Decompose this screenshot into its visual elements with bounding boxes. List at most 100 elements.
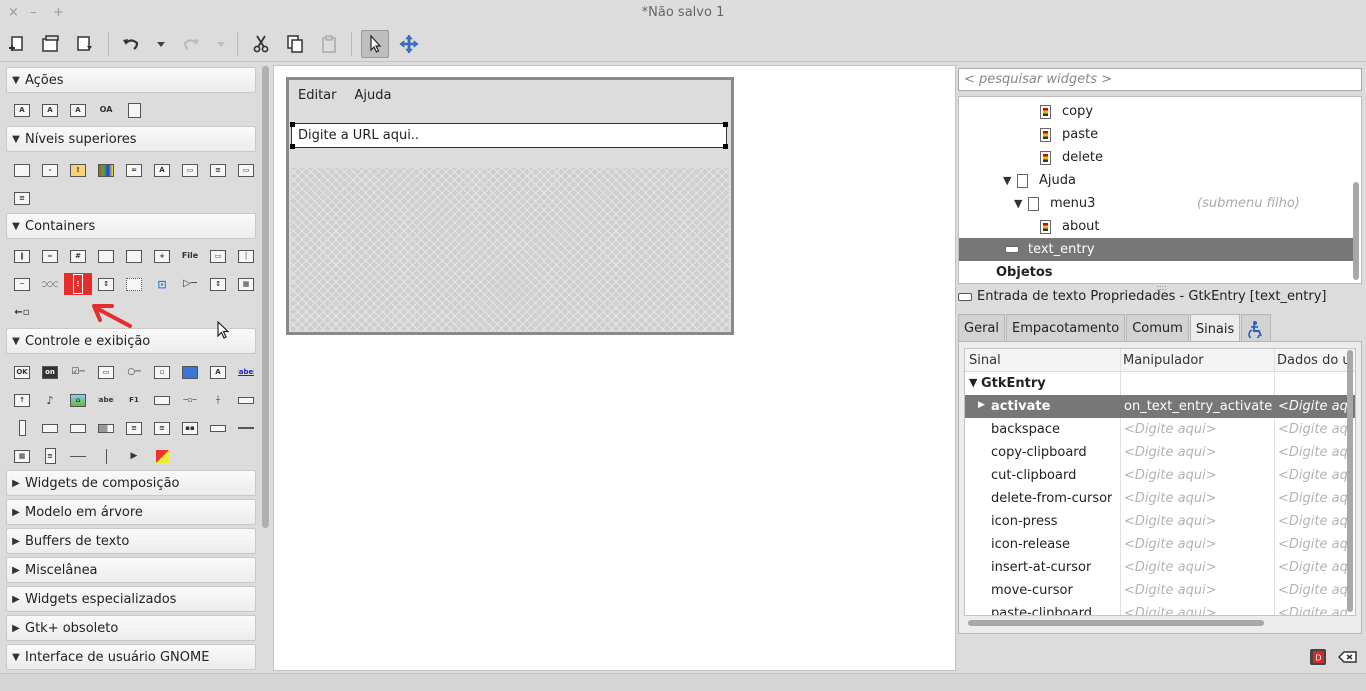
tab-sinais[interactable]: Sinais xyxy=(1189,314,1241,343)
palette-widget-recent-action[interactable]: OA xyxy=(92,99,120,121)
copy-button[interactable] xyxy=(281,30,309,58)
palette-widget-volume-button[interactable]: ♪ xyxy=(36,389,64,411)
paste-button[interactable] xyxy=(315,30,343,58)
devhelp-button[interactable]: D xyxy=(1306,645,1330,669)
palette-widget-color-button[interactable] xyxy=(176,361,204,383)
undo-button[interactable] xyxy=(117,30,145,58)
palette-widget-calendar[interactable]: ▦ xyxy=(8,445,36,467)
palette-widget-hscale[interactable]: ─▫─ xyxy=(176,389,204,411)
designed-menubar[interactable]: Editar Ajuda xyxy=(289,80,731,110)
signal-user-data[interactable]: <Digite aq xyxy=(1278,422,1348,437)
tab-geral[interactable]: Geral xyxy=(958,314,1005,342)
signals-horizontal-scrollbar[interactable] xyxy=(968,620,1264,626)
signal-user-data[interactable]: <Digite aq xyxy=(1278,583,1348,598)
expander-down-icon[interactable]: ▼ xyxy=(1003,174,1011,187)
palette-widget-radio-button[interactable]: ○─ xyxy=(120,361,148,383)
palette-widget-hscrollbar[interactable] xyxy=(232,389,258,411)
palette-widget-font-button[interactable]: A xyxy=(204,361,232,383)
palette-widget-toolbar[interactable]: ▭ xyxy=(204,245,232,267)
signal-row-move-cursor[interactable]: move-cursor <Digite aqui> <Digite aq xyxy=(965,579,1355,602)
palette-widget-message-dialog[interactable]: ! xyxy=(64,159,92,181)
signal-user-data[interactable]: <Digite aq xyxy=(1278,491,1348,506)
palette-widget-hseparator[interactable] xyxy=(232,417,258,439)
palette-widget-viewport[interactable]: ←▫ xyxy=(8,302,36,324)
signal-handler[interactable]: <Digite aqui> xyxy=(1124,560,1217,575)
palette-section-acoes[interactable]: ▼ Ações xyxy=(6,67,256,93)
palette-widget-tree-view[interactable]: ≡ xyxy=(148,417,176,439)
drag-resize-mode-button[interactable] xyxy=(395,30,423,58)
palette-widget-button-box[interactable]: ○○○ xyxy=(36,273,64,295)
palette-widget-text-view[interactable]: ≡ xyxy=(120,417,148,439)
palette-widget-vscale[interactable]: ┼ xyxy=(204,389,232,411)
signal-user-data[interactable]: <Digite aq xyxy=(1278,560,1348,575)
resize-handle[interactable] xyxy=(290,122,295,127)
palette-widget-expander[interactable]: ▷─ xyxy=(176,273,204,295)
palette-widget-window[interactable] xyxy=(8,159,36,181)
signal-row-activate[interactable]: ▶ activate on_text_entry_activate <Digit… xyxy=(965,395,1355,418)
palette-section-widgets-especializados[interactable]: ▶ Widgets especializados xyxy=(6,586,256,612)
column-header-manipulador[interactable]: Manipulador xyxy=(1123,353,1204,368)
palette-widget-alignment[interactable]: ⊡ xyxy=(148,273,176,295)
expander-down-icon[interactable]: ▼ xyxy=(1014,197,1022,210)
palette-widget-layout[interactable]: ↕ xyxy=(92,273,120,295)
select-mode-button[interactable] xyxy=(361,30,389,58)
palette-widget-scale-button[interactable]: ↑ xyxy=(8,389,36,411)
palette-scrollbar[interactable] xyxy=(262,66,269,528)
expander-down-icon[interactable]: ▼ xyxy=(969,376,977,389)
palette-widget-toggle-button[interactable]: on xyxy=(36,361,64,383)
tree-row-menu3[interactable]: ▼ menu3 (submenu filho) xyxy=(959,192,1353,215)
new-button[interactable] xyxy=(3,30,31,58)
signals-table[interactable]: Sinal Manipulador Dados do u ▼ GtkEntry … xyxy=(964,348,1356,616)
palette-section-niveis-superiores[interactable]: ▼ Níveis superiores xyxy=(6,126,256,152)
signals-vertical-scrollbar[interactable] xyxy=(1347,350,1353,612)
signal-row-copy-clipboard[interactable]: copy-clipboard <Digite aqui> <Digite aq xyxy=(965,441,1355,464)
palette-widget-action[interactable]: A xyxy=(8,99,36,121)
menu-item-editar[interactable]: Editar xyxy=(289,88,346,103)
signal-handler[interactable]: <Digite aqui> xyxy=(1124,468,1217,483)
expander-right-icon[interactable]: ▶ xyxy=(978,400,985,410)
save-button[interactable] xyxy=(71,30,99,58)
tree-scrollbar[interactable] xyxy=(1353,182,1359,280)
palette-widget-input-dialog[interactable]: ▭ xyxy=(176,159,204,181)
palette-widget-dialog[interactable]: - xyxy=(36,159,64,181)
widget-search-input[interactable]: < pesquisar widgets > xyxy=(958,68,1362,91)
signal-handler[interactable]: <Digite aqui> xyxy=(1124,537,1217,552)
signal-handler[interactable]: <Digite aqui> xyxy=(1124,606,1217,615)
palette-widget-progress-bar[interactable] xyxy=(92,417,120,439)
palette-widget-action-group[interactable] xyxy=(120,99,148,121)
palette-widget-hpaned[interactable]: │ xyxy=(232,245,258,267)
signal-row-icon-release[interactable]: icon-release <Digite aqui> <Digite aq xyxy=(965,533,1355,556)
palette-widget-table[interactable]: # xyxy=(64,245,92,267)
palette-widget-aspect-frame[interactable]: ↕ xyxy=(204,273,232,295)
palette-widget-entry[interactable] xyxy=(148,389,176,411)
palette-widget-event-box[interactable] xyxy=(120,273,148,295)
palette-widget-drawing-area[interactable] xyxy=(148,445,176,467)
tab-comum[interactable]: Comum xyxy=(1126,314,1189,342)
palette-section-gtk-obsoleto[interactable]: ▶ Gtk+ obsoleto xyxy=(6,615,256,641)
signal-row-insert-at-cursor[interactable]: insert-at-cursor <Digite aqui> <Digite a… xyxy=(965,556,1355,579)
tab-empacotamento[interactable]: Empacotamento xyxy=(1006,314,1126,342)
menu-item-ajuda[interactable]: Ajuda xyxy=(346,88,401,103)
resize-handle[interactable] xyxy=(723,122,728,127)
palette-widget-label[interactable]: label xyxy=(92,389,120,411)
palette-widget-vbox[interactable]: ═ xyxy=(36,245,64,267)
palette-widget-vseparator[interactable] xyxy=(92,445,120,467)
palette-section-widgets-de-composicao[interactable]: ▶ Widgets de composição xyxy=(6,470,256,496)
palette-widget-menubar[interactable]: File xyxy=(176,245,204,267)
palette-widget-file-dialog[interactable]: = xyxy=(120,159,148,181)
signal-group-gtkentry[interactable]: ▼ GtkEntry xyxy=(965,372,1355,395)
tree-row-copy[interactable]: copy xyxy=(959,100,1353,123)
signal-handler[interactable]: <Digite aqui> xyxy=(1124,445,1217,460)
palette-widget-assistant[interactable]: ▭ xyxy=(232,159,258,181)
palette-widget-image[interactable]: ⌂ xyxy=(64,389,92,411)
empty-placeholder-area[interactable] xyxy=(291,168,729,331)
signal-row-delete-from-cursor[interactable]: delete-from-cursor <Digite aqui> <Digite… xyxy=(965,487,1355,510)
palette-widget-vscrollbar[interactable] xyxy=(8,417,36,439)
palette-widget-hseparator-2[interactable] xyxy=(64,445,92,467)
signal-handler[interactable]: <Digite aqui> xyxy=(1124,491,1217,506)
palette-section-modelo-em-arvore[interactable]: ▶ Modelo em árvore xyxy=(6,499,256,525)
column-header-dados[interactable]: Dados do u xyxy=(1277,353,1351,368)
redo-history-dropdown[interactable] xyxy=(214,30,228,58)
column-header-sinal[interactable]: Sinal xyxy=(969,353,1001,368)
tree-row-about[interactable]: about xyxy=(959,215,1353,238)
